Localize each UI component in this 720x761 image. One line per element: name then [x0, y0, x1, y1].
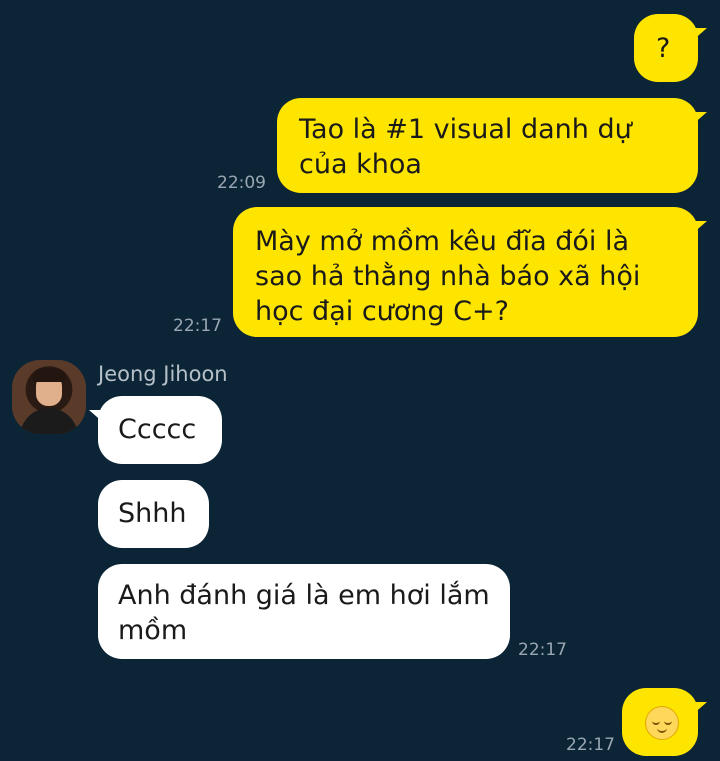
my-message-bubble[interactable]: ?	[634, 14, 707, 82]
relieved-face-icon	[645, 706, 679, 740]
message-text: Ccccc	[118, 414, 197, 445]
message-timestamp: 22:09	[217, 173, 266, 193]
contact-avatar[interactable]	[12, 360, 86, 434]
my-emoji-bubble[interactable]	[622, 688, 707, 756]
message-timestamp: 22:17	[173, 316, 222, 336]
message-text: Shhh	[118, 498, 187, 529]
their-message-bubble[interactable]: Ccccc	[89, 396, 222, 464]
message-timestamp: 22:17	[518, 640, 567, 660]
my-message-bubble[interactable]: Tao là #1 visual danh dự của khoa	[277, 98, 707, 193]
message-text: ?	[656, 33, 671, 64]
message-text: Tao là #1 visual danh dự của khoa	[299, 114, 632, 180]
my-message-bubble[interactable]: Mày mở mồm kêu đĩa đói là sao hả thằng n…	[233, 207, 707, 337]
message-text: Mày mở mồm kêu đĩa đói là sao hả thằng n…	[255, 226, 641, 327]
their-message-bubble[interactable]: Anh đánh giá là em hơi lắm mồm	[98, 564, 510, 659]
their-message-bubble[interactable]: Shhh	[98, 480, 209, 548]
message-text: Anh đánh giá là em hơi lắm mồm	[118, 580, 490, 646]
sender-name: Jeong Jihoon	[98, 362, 228, 386]
message-timestamp: 22:17	[566, 735, 615, 755]
